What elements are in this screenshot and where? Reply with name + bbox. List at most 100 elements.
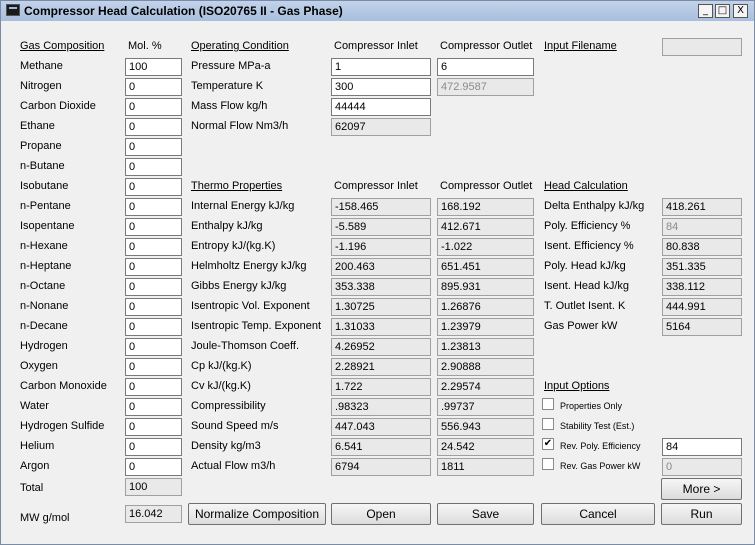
thermo-outlet-value: 2.29574 xyxy=(437,378,534,396)
mw-label: MW g/mol xyxy=(20,512,70,524)
component-mol-input[interactable]: 0 xyxy=(125,338,182,356)
normalize-composition-button[interactable]: Normalize Composition xyxy=(188,503,326,525)
thermo-inlet-value: 1.31033 xyxy=(331,318,431,336)
component-mol-input[interactable]: 0 xyxy=(125,138,182,156)
head-label: Delta Enthalpy kJ/kg xyxy=(544,200,645,212)
rev-gas-power-checkbox[interactable] xyxy=(542,458,554,470)
outlet-pressure-input[interactable]: 6 xyxy=(437,58,534,76)
component-label: Ethane xyxy=(20,120,55,132)
save-button[interactable]: Save xyxy=(437,503,534,525)
component-mol-input[interactable]: 0 xyxy=(125,218,182,236)
thermo-outlet-value: 2.90888 xyxy=(437,358,534,376)
rev-poly-efficiency-checkbox[interactable]: ✔ xyxy=(542,438,554,450)
minimize-button[interactable]: _ xyxy=(698,4,713,18)
thermo-outlet-value: 412.671 xyxy=(437,218,534,236)
open-button[interactable]: Open xyxy=(331,503,431,525)
stability-test-checkbox[interactable] xyxy=(542,418,554,430)
input-filename-field xyxy=(662,38,742,56)
component-label: n-Nonane xyxy=(20,300,69,312)
component-mol-input[interactable]: 0 xyxy=(125,398,182,416)
inlet-pressure-input[interactable]: 1 xyxy=(331,58,431,76)
head-label: T. Outlet Isent. K xyxy=(544,300,626,312)
thermo-label: Entropy kJ/(kg.K) xyxy=(191,240,276,252)
app-icon xyxy=(6,4,20,16)
component-mol-input[interactable]: 0 xyxy=(125,118,182,136)
thermo-label: Sound Speed m/s xyxy=(191,420,279,432)
thermo-label: Cp kJ/(kg.K) xyxy=(191,360,252,372)
thermo-inlet-value: -5.589 xyxy=(331,218,431,236)
mass-flow-input[interactable]: 44444 xyxy=(331,98,431,116)
thermo-label: Helmholtz Energy kJ/kg xyxy=(191,260,307,272)
head-value: 80.838 xyxy=(662,238,742,256)
mw-field: 16.042 xyxy=(125,505,182,523)
temperature-label: Temperature K xyxy=(191,80,264,92)
component-label: Carbon Monoxide xyxy=(20,380,107,392)
rev-gas-power-field: 0 xyxy=(662,458,742,476)
rev-poly-efficiency-input[interactable]: 84 xyxy=(662,438,742,456)
component-mol-input[interactable]: 0 xyxy=(125,378,182,396)
component-label: Helium xyxy=(20,440,55,452)
thermo-outlet-value: 556.943 xyxy=(437,418,534,436)
outlet-temperature-field: 472.9587 xyxy=(437,78,534,96)
maximize-button[interactable]: □ xyxy=(715,4,730,18)
component-label: Isopentane xyxy=(20,220,75,232)
run-button[interactable]: Run xyxy=(661,503,742,525)
thermo-inlet-value: -158.465 xyxy=(331,198,431,216)
component-mol-input[interactable]: 0 xyxy=(125,258,182,276)
op-outlet-header: Compressor Outlet xyxy=(440,40,533,52)
gas-composition-header: Gas Composition xyxy=(20,40,105,52)
thermo-properties-header: Thermo Properties xyxy=(191,180,283,192)
component-mol-input[interactable]: 0 xyxy=(125,158,182,176)
component-mol-input[interactable]: 0 xyxy=(125,358,182,376)
thermo-inlet-value: 2.28921 xyxy=(331,358,431,376)
operating-condition-header: Operating Condition xyxy=(191,40,289,52)
component-mol-input[interactable]: 0 xyxy=(125,238,182,256)
close-button[interactable]: X xyxy=(733,4,748,18)
thermo-outlet-value: 168.192 xyxy=(437,198,534,216)
component-mol-input[interactable]: 0 xyxy=(125,278,182,296)
more-button[interactable]: More > xyxy=(661,478,742,500)
properties-only-checkbox[interactable] xyxy=(542,398,554,410)
thermo-outlet-value: 895.931 xyxy=(437,278,534,296)
component-mol-input[interactable]: 0 xyxy=(125,198,182,216)
component-mol-input[interactable]: 0 xyxy=(125,458,182,476)
properties-only-label: Properties Only xyxy=(560,401,623,411)
thermo-inlet-value: 6.541 xyxy=(331,438,431,456)
component-label: Nitrogen xyxy=(20,80,62,92)
component-mol-input[interactable]: 0 xyxy=(125,418,182,436)
component-mol-input[interactable]: 0 xyxy=(125,318,182,336)
thermo-outlet-value: 24.542 xyxy=(437,438,534,456)
head-label: Gas Power kW xyxy=(544,320,618,332)
component-mol-input[interactable]: 0 xyxy=(125,98,182,116)
component-label: Isobutane xyxy=(20,180,69,192)
component-label: Water xyxy=(20,400,49,412)
input-options-header: Input Options xyxy=(544,380,610,392)
cancel-button[interactable]: Cancel xyxy=(541,503,655,525)
component-mol-input[interactable]: 0 xyxy=(125,298,182,316)
head-value: 351.335 xyxy=(662,258,742,276)
component-label: n-Pentane xyxy=(20,200,71,212)
component-mol-input[interactable]: 0 xyxy=(125,438,182,456)
head-value: 5164 xyxy=(662,318,742,336)
thermo-label: Joule-Thomson Coeff. xyxy=(191,340,300,352)
thermo-inlet-value: 1.722 xyxy=(331,378,431,396)
thermo-label: Cv kJ/(kg.K) xyxy=(191,380,251,392)
component-mol-input[interactable]: 0 xyxy=(125,178,182,196)
head-label: Isent. Efficiency % xyxy=(544,240,634,252)
component-label: Hydrogen xyxy=(20,340,68,352)
thermo-inlet-value: 6794 xyxy=(331,458,431,476)
head-label: Poly. Efficiency % xyxy=(544,220,631,232)
title-bar[interactable]: Compressor Head Calculation (ISO20765 II… xyxy=(1,1,754,21)
component-mol-input[interactable]: 0 xyxy=(125,78,182,96)
inlet-temperature-input[interactable]: 300 xyxy=(331,78,431,96)
component-label: Carbon Dioxide xyxy=(20,100,96,112)
component-mol-input[interactable]: 100 xyxy=(125,58,182,76)
window-title: Compressor Head Calculation (ISO20765 II… xyxy=(24,4,343,18)
thermo-inlet-value: 1.30725 xyxy=(331,298,431,316)
total-label: Total xyxy=(20,482,44,494)
head-value: 418.261 xyxy=(662,198,742,216)
thermo-outlet-value: .99737 xyxy=(437,398,534,416)
stability-test-label: Stability Test (Est.) xyxy=(560,421,635,431)
total-field: 100 xyxy=(125,478,182,496)
component-label: n-Hexane xyxy=(20,240,68,252)
